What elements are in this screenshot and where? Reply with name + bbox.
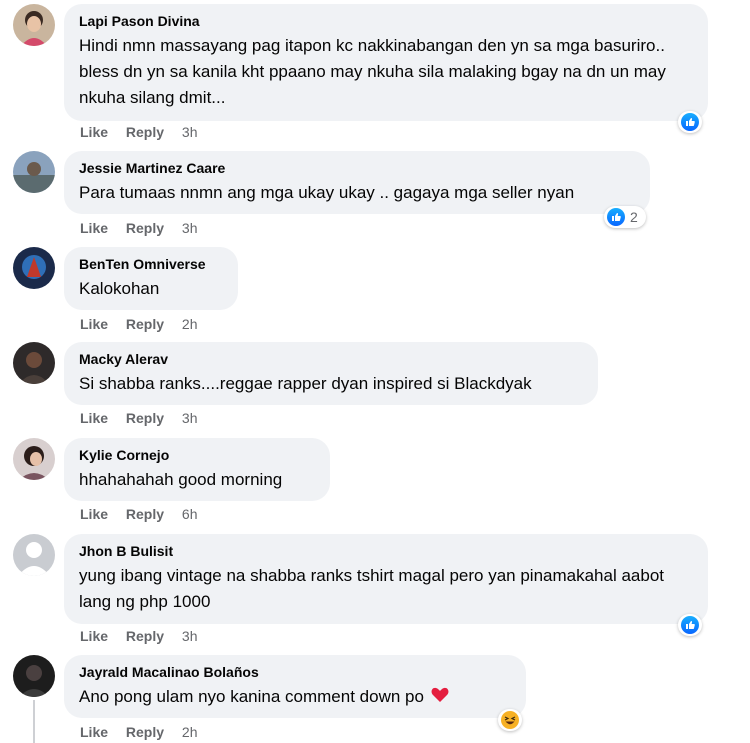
like-button[interactable]: Like [80, 220, 108, 236]
like-button[interactable]: Like [80, 410, 108, 426]
comment-actions: Like Reply 2h [80, 316, 198, 332]
comment-time[interactable]: 3h [182, 124, 198, 140]
haha-icon [501, 711, 519, 729]
reply-button[interactable]: Reply [126, 506, 164, 522]
reply-button[interactable]: Reply [126, 724, 164, 740]
reply-button[interactable]: Reply [126, 316, 164, 332]
like-icon [681, 616, 699, 634]
comment-author[interactable]: Jessie Martinez Caare [79, 159, 636, 178]
like-icon [681, 113, 699, 131]
comment-bubble: BenTen Omniverse Kalokohan [64, 247, 238, 310]
like-button[interactable]: Like [80, 316, 108, 332]
comment-author[interactable]: Macky Alerav [79, 350, 584, 369]
reply-button[interactable]: Reply [126, 628, 164, 644]
comment-actions: Like Reply 3h [80, 220, 198, 236]
comment-time[interactable]: 2h [182, 724, 198, 740]
comment-time[interactable]: 2h [182, 316, 198, 332]
reply-button[interactable]: Reply [126, 410, 164, 426]
comment-bubble: Jessie Martinez Caare Para tumaas nnmn a… [64, 151, 650, 214]
comment-author[interactable]: Jayrald Macalinao Bolaños [79, 663, 512, 682]
comment-author[interactable]: BenTen Omniverse [79, 255, 224, 274]
reply-button[interactable]: Reply [126, 220, 164, 236]
comment-bubble: Kylie Cornejo hhahahahah good morning [64, 438, 330, 501]
avatar[interactable] [13, 4, 55, 46]
comment-actions: Like Reply 3h [80, 410, 198, 426]
reply-button[interactable]: Reply [126, 124, 164, 140]
reply-thread-line [33, 700, 35, 743]
avatar[interactable] [13, 438, 55, 480]
comment-text: yung ibang vintage na shabba ranks tshir… [79, 566, 664, 611]
comment-actions: Like Reply 3h [80, 124, 198, 140]
reaction-badge[interactable]: 2 [604, 206, 646, 228]
comment-time[interactable]: 3h [182, 220, 198, 236]
reaction-badge[interactable] [678, 614, 702, 636]
like-button[interactable]: Like [80, 506, 108, 522]
reaction-badge[interactable] [678, 111, 702, 133]
reaction-count: 2 [630, 209, 638, 225]
comment-text: Para tumaas nnmn ang mga ukay ukay .. ga… [79, 183, 575, 202]
reaction-badge[interactable] [498, 709, 522, 731]
comment-actions: Like Reply 2h [80, 724, 198, 740]
comment-actions: Like Reply 3h [80, 628, 198, 644]
comment-text: hhahahahah good morning [79, 470, 283, 489]
comment-text-content: Ano pong ulam nyo kanina comment down po [79, 687, 424, 706]
comment-bubble: Jhon B Bulisit yung ibang vintage na sha… [64, 534, 708, 624]
comment-time[interactable]: 6h [182, 506, 198, 522]
comment-bubble: Jayrald Macalinao Bolaños Ano pong ulam … [64, 655, 526, 718]
like-button[interactable]: Like [80, 628, 108, 644]
comment-time[interactable]: 3h [182, 628, 198, 644]
comment-text: Si shabba ranks....reggae rapper dyan in… [79, 374, 532, 393]
comment-actions: Like Reply 6h [80, 506, 198, 522]
heart-emoji-icon [431, 685, 449, 711]
avatar[interactable] [13, 655, 55, 697]
avatar[interactable] [13, 534, 55, 576]
comment-author[interactable]: Kylie Cornejo [79, 446, 316, 465]
comment-bubble: Lapi Pason Divina Hindi nmn massayang pa… [64, 4, 708, 121]
comment-bubble: Macky Alerav Si shabba ranks....reggae r… [64, 342, 598, 405]
comment-text: Hindi nmn massayang pag itapon kc nakkin… [79, 36, 666, 107]
like-icon [607, 208, 625, 226]
avatar[interactable] [13, 342, 55, 384]
avatar[interactable] [13, 247, 55, 289]
comment-time[interactable]: 3h [182, 410, 198, 426]
comment-text: Ano pong ulam nyo kanina comment down po [79, 684, 512, 711]
comment-text: Kalokohan [79, 279, 160, 298]
comment-author[interactable]: Lapi Pason Divina [79, 12, 694, 31]
comment-author[interactable]: Jhon B Bulisit [79, 542, 694, 561]
avatar[interactable] [13, 151, 55, 193]
like-button[interactable]: Like [80, 124, 108, 140]
like-button[interactable]: Like [80, 724, 108, 740]
